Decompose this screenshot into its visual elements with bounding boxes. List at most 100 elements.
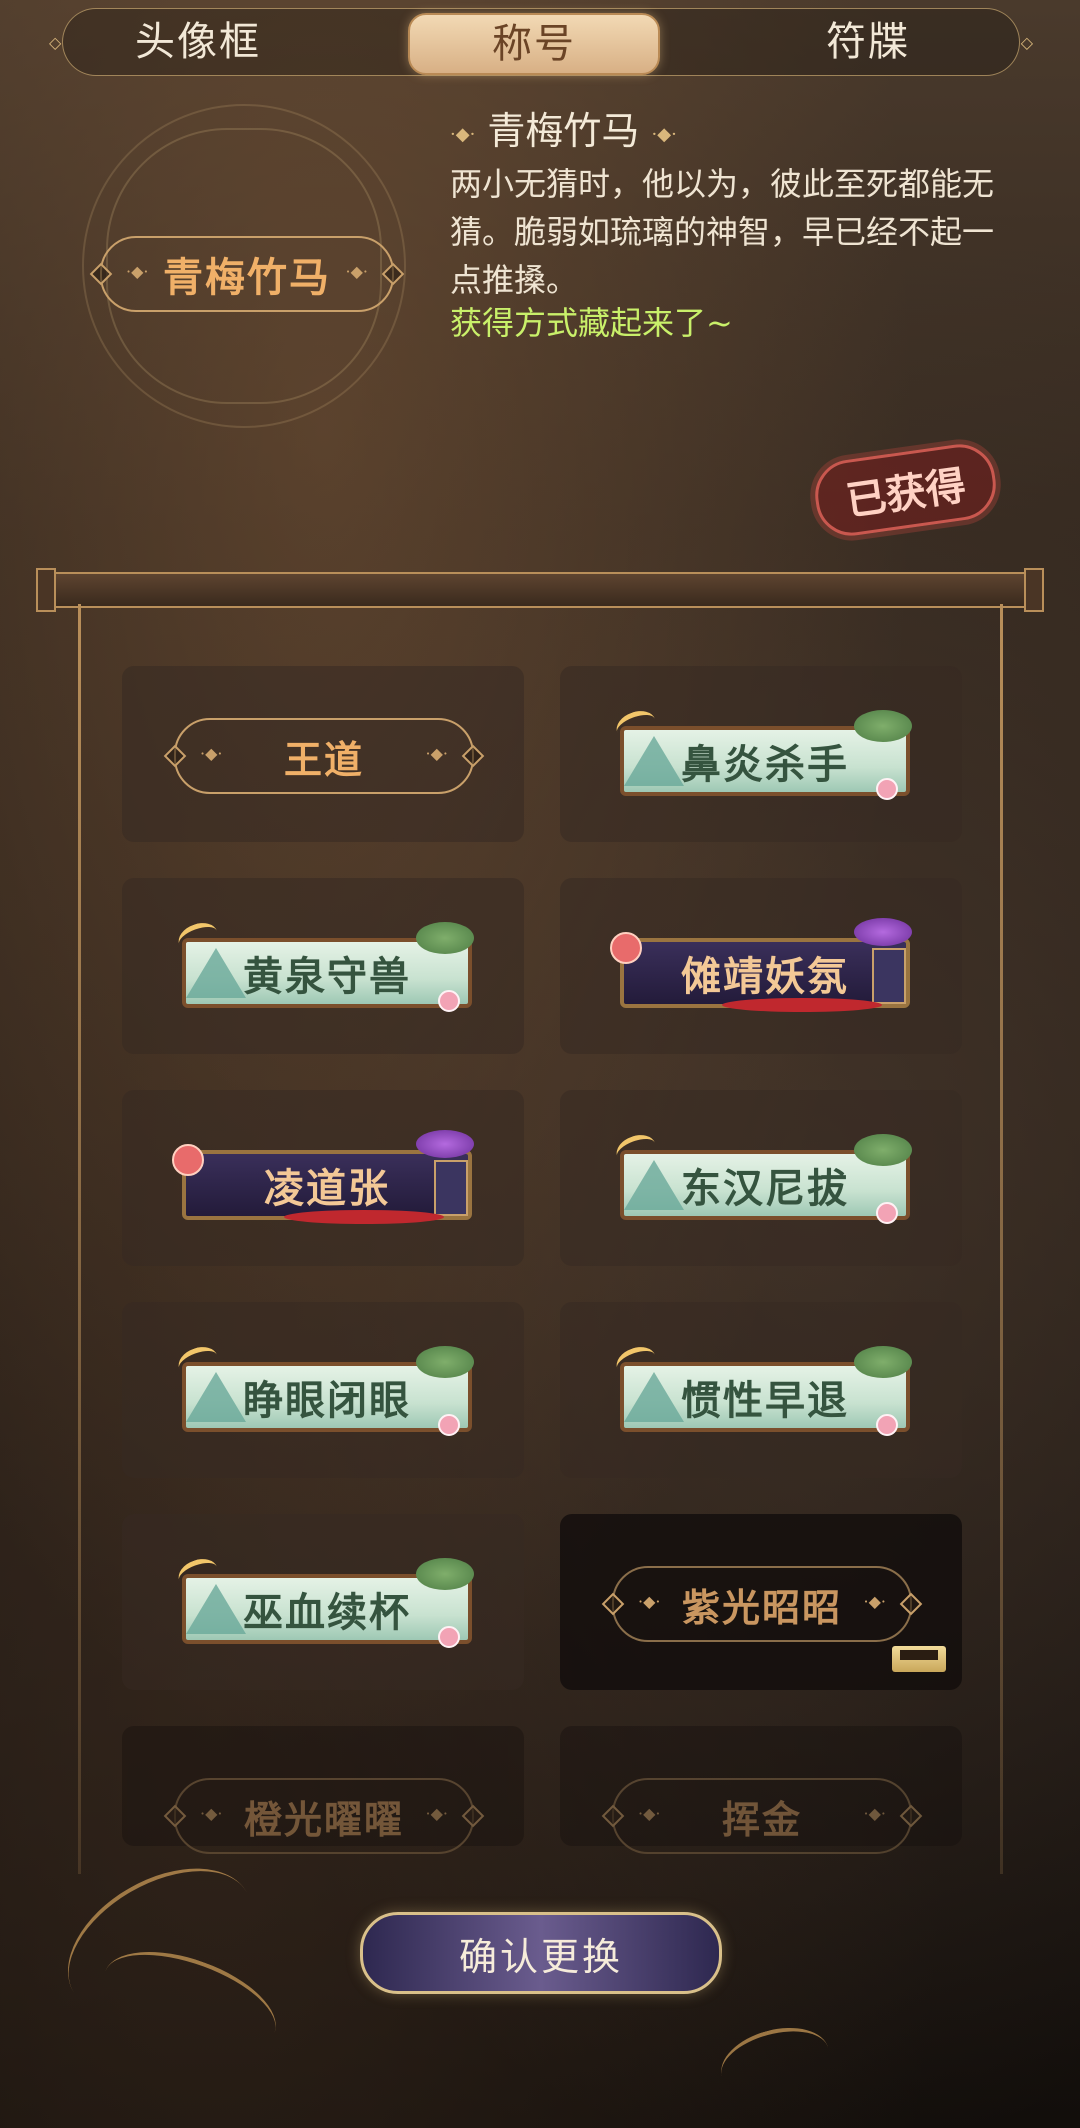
title-name: ·◆· 青梅竹马 ·◆· [450,100,677,155]
landscape-banner: 鼻炎杀手 [602,705,920,802]
frame-border-left [78,604,81,1874]
title-card-zhengyan[interactable]: 睁眼闭眼 [122,1302,524,1478]
landscape-banner: 睁眼闭眼 [164,1341,482,1438]
title-card-biyan[interactable]: 鼻炎杀手 [560,666,962,842]
title-card-chengguang[interactable]: ·◆· 橙光曜曜 ·◆· [122,1726,524,1854]
ornament-right-icon: ·◆· [651,124,677,145]
title-card-donghan[interactable]: 东汉尼拔 [560,1090,962,1266]
title-card-huijin[interactable]: ·◆· 挥金 ·◆· [560,1726,962,1854]
pine-icon [416,1558,474,1590]
tab-talisman[interactable]: 符牒 [753,13,983,71]
pine-icon [416,922,474,954]
diamond-ornament-icon [899,1592,923,1616]
purple-banner: 凌道张 [164,1130,482,1226]
mountain-icon [186,1372,246,1422]
landscape-banner: 东汉尼拔 [602,1129,920,1226]
purple-banner: 傩靖妖氛 [602,918,920,1014]
pagoda-icon [434,1160,468,1216]
diamond-ornament-icon [461,744,485,768]
selected-title-preview: ·◆· 青梅竹马 ·◆· [89,236,405,312]
pine-icon [854,1346,912,1378]
dot-ornament-icon: ·◆· [863,1804,886,1823]
frame-border-right [1000,604,1003,1874]
title-card-ziguang[interactable]: ·◆· 紫光昭昭 ·◆· [560,1514,962,1690]
title-label: 东汉尼拔 [681,1165,849,1212]
landscape-banner: 惯性早退 [602,1341,920,1438]
flower-icon [876,1202,898,1224]
title-label: 睁眼闭眼 [243,1377,411,1424]
banner-body: 凌道张 [182,1150,472,1220]
plain-title-badge: ·◆· 挥金 ·◆· [601,1778,923,1854]
obtained-stamp: 已获得 [810,439,1001,541]
acquisition-method: 获得方式藏起来了~ [450,304,733,342]
flower-icon [438,990,460,1012]
dot-ornament-icon: ·◆· [200,1804,223,1823]
plain-title-badge: ·◆· 橙光曜曜 ·◆· [163,1778,485,1854]
title-label: 黄泉守兽 [243,953,411,1000]
mountain-icon [624,1160,684,1210]
landscape-banner: 黄泉守兽 [164,917,482,1014]
diamond-ornament-icon [163,744,187,768]
title-card-guanxing[interactable]: 惯性早退 [560,1302,962,1478]
flower-icon [610,932,642,964]
dot-ornament-icon: ·◆· [638,1592,661,1611]
title-label: 凌道张 [264,1165,390,1212]
title-card-wuxue[interactable]: 巫血续杯 [122,1514,524,1690]
tab-avatar-frame[interactable]: 头像框 [83,13,313,71]
tab-bar-left-ornament: ◇ [49,33,62,52]
title-label: 惯性早退 [681,1377,849,1424]
lock-icon [892,1646,946,1672]
mountain-icon [624,736,684,786]
confirm-change-button[interactable]: 确认更换 [360,1912,722,1994]
title-label: 紫光昭昭 [681,1584,842,1630]
diamond-ornament-icon [601,1592,625,1616]
title-label: 傩靖妖氛 [681,953,849,1000]
purple-smoke-icon [416,1130,474,1158]
title-card-wangdao[interactable]: ·◆· 王道 ·◆· [122,666,524,842]
preview-title-text: 青梅竹马 [163,254,331,301]
flower-icon [876,778,898,800]
title-card-lingdaozhang[interactable]: 凌道张 [122,1090,524,1266]
purple-smoke-icon [854,918,912,946]
title-label: 橙光曜曜 [243,1796,404,1842]
mountain-icon [186,1584,246,1634]
diamond-ornament-icon [163,1804,187,1828]
title-description: 两小无猜时，他以为，彼此至死都能无猜。脆弱如琉璃的神智，早已经不起一点推搡。 [450,165,995,299]
pagoda-icon [872,948,906,1004]
landscape-banner: 巫血续杯 [164,1553,482,1650]
plain-title-badge: ·◆· 紫光昭昭 ·◆· [601,1566,923,1642]
title-label: 挥金 [721,1796,802,1842]
flower-icon [438,1626,460,1648]
dot-ornament-icon: ·◆· [638,1804,661,1823]
dot-ornament-icon: ·◆· [126,262,149,281]
pine-icon [416,1346,474,1378]
title-name-text: 青梅竹马 [487,109,640,153]
plain-title-badge: ·◆· 王道 ·◆· [163,718,485,794]
title-label: 巫血续杯 [243,1589,411,1636]
dot-ornament-icon: ·◆· [425,1804,448,1823]
dot-ornament-icon: ·◆· [863,1592,886,1611]
rod-cap-left [36,568,56,612]
pine-icon [854,1134,912,1166]
title-card-huangquan[interactable]: 黄泉守兽 [122,878,524,1054]
title-card-nuojing[interactable]: 傩靖妖氛 [560,878,962,1054]
ornament-left-icon: ·◆· [450,124,476,145]
title-label: 王道 [283,736,364,782]
small-swallow-decoration-icon [713,2016,837,2108]
mountain-icon [186,948,246,998]
dot-ornament-icon: ·◆· [425,744,448,763]
dot-ornament-icon: ·◆· [200,744,223,763]
diamond-ornament-icon [461,1804,485,1828]
dot-ornament-icon: ·◆· [345,262,368,281]
flower-icon [876,1414,898,1436]
diamond-ornament-icon [899,1804,923,1828]
banner-body: 傩靖妖氛 [620,938,910,1008]
title-label: 鼻炎杀手 [681,741,849,788]
diamond-ornament-icon [601,1804,625,1828]
flower-icon [438,1414,460,1436]
tab-bar-right-ornament: ◇ [1020,33,1033,52]
flower-icon [172,1144,204,1176]
tab-title[interactable]: 称号 [408,13,660,75]
pine-icon [854,710,912,742]
tab-bar: ◇ ◇ 头像框 称号 符牒 [49,8,1033,76]
